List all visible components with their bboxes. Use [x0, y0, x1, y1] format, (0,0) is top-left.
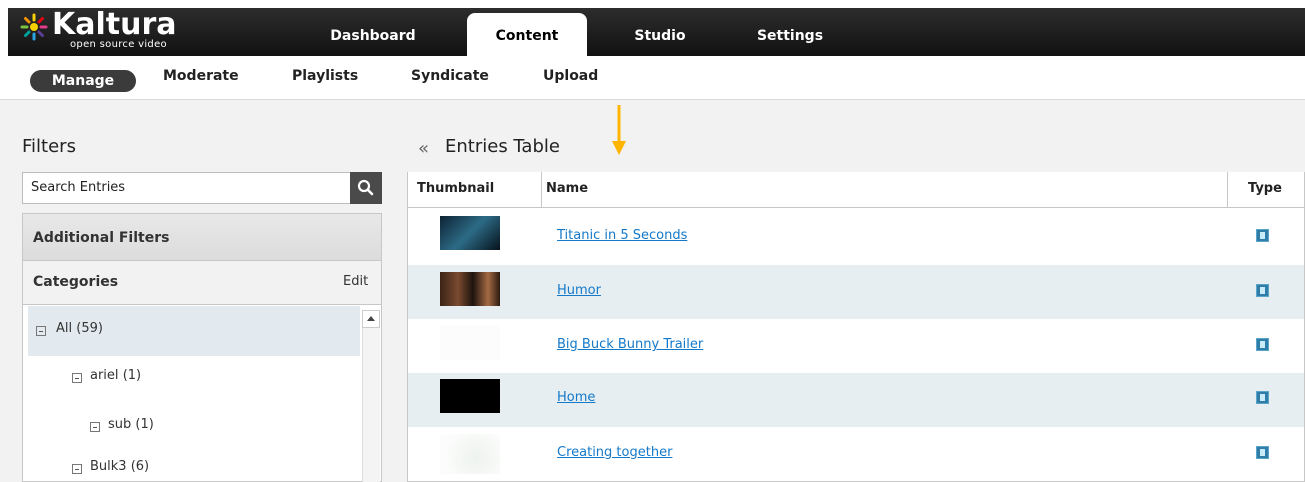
scroll-up-icon[interactable]	[362, 310, 380, 328]
categories-header: Categories Edit	[22, 261, 382, 305]
category-name: sub	[108, 417, 132, 432]
subnav-upload[interactable]: Upload	[543, 68, 598, 84]
table-row[interactable]	[408, 265, 1304, 319]
tab-studio[interactable]: Studio	[620, 8, 700, 56]
logo-tagline: open source video	[70, 39, 167, 50]
tab-dashboard[interactable]: Dashboard	[318, 8, 428, 56]
entry-name-link[interactable]: Humor	[557, 283, 601, 298]
entry-thumbnail[interactable]	[440, 434, 500, 474]
entry-name-link[interactable]: Creating together	[557, 445, 672, 460]
category-count: (1)	[122, 368, 142, 383]
collapse-icon[interactable]	[72, 464, 82, 474]
search-input[interactable]: Search Entries	[22, 172, 352, 204]
collapse-icon[interactable]	[72, 373, 82, 383]
category-count: (1)	[135, 417, 154, 432]
categories-label: Categories	[33, 274, 119, 290]
video-type-icon	[1256, 391, 1269, 404]
video-type-icon	[1256, 446, 1269, 459]
category-tree-item[interactable]: Bulk3 (6)	[28, 444, 360, 482]
collapse-icon[interactable]	[36, 326, 46, 336]
video-type-icon	[1256, 284, 1269, 297]
table-row[interactable]	[408, 319, 1304, 373]
kaltura-sun-icon	[20, 13, 48, 41]
category-count: (6)	[130, 459, 150, 474]
entry-thumbnail[interactable]	[440, 272, 500, 306]
filters-title: Filters	[22, 136, 76, 157]
video-type-icon	[1256, 338, 1269, 351]
search-button[interactable]	[350, 172, 382, 204]
table-row[interactable]	[408, 209, 1304, 263]
category-name: Bulk3	[90, 459, 127, 474]
categories-scrollbar[interactable]	[362, 310, 380, 482]
column-header-name[interactable]: Name	[542, 172, 1228, 208]
entry-thumbnail[interactable]	[440, 216, 500, 250]
subnav-manage[interactable]: Manage	[30, 70, 136, 92]
column-header-thumbnail[interactable]: Thumbnail	[408, 172, 542, 208]
additional-filters-label: Additional Filters	[33, 230, 170, 246]
subnav-moderate[interactable]: Moderate	[163, 68, 239, 84]
logo-wordmark: Kaltura	[52, 7, 177, 42]
tab-settings[interactable]: Settings	[740, 8, 840, 56]
video-type-icon	[1256, 229, 1269, 242]
category-name: ariel	[90, 368, 119, 383]
category-tree-item[interactable]: All (59)	[28, 306, 360, 356]
search-icon	[357, 179, 374, 196]
entry-thumbnail[interactable]	[440, 326, 500, 360]
column-header-type[interactable]: Type	[1228, 172, 1304, 208]
collapse-filters-icon[interactable]: «	[418, 138, 429, 159]
subnav-syndicate[interactable]: Syndicate	[411, 68, 489, 84]
entries-table-title: Entries Table	[445, 136, 560, 157]
collapse-icon[interactable]	[90, 422, 100, 432]
categories-edit-link[interactable]: Edit	[343, 274, 368, 289]
entry-name-link[interactable]: Titanic in 5 Seconds	[557, 228, 687, 243]
category-count: (59)	[76, 321, 103, 336]
table-row[interactable]	[408, 373, 1304, 427]
subnav-playlists[interactable]: Playlists	[292, 68, 358, 84]
entry-name-link[interactable]: Big Buck Bunny Trailer	[557, 337, 703, 352]
tab-content[interactable]: Content	[467, 13, 587, 56]
category-tree-item[interactable]: ariel (1)	[28, 353, 360, 403]
additional-filters-header[interactable]: Additional Filters	[22, 213, 382, 261]
entry-thumbnail[interactable]	[440, 379, 500, 413]
highlight-arrow-icon	[612, 105, 626, 155]
kaltura-logo[interactable]: Kaltura open source video	[20, 7, 200, 53]
category-name: All	[56, 321, 73, 336]
table-row[interactable]	[408, 427, 1304, 482]
entry-name-link[interactable]: Home	[557, 390, 595, 405]
